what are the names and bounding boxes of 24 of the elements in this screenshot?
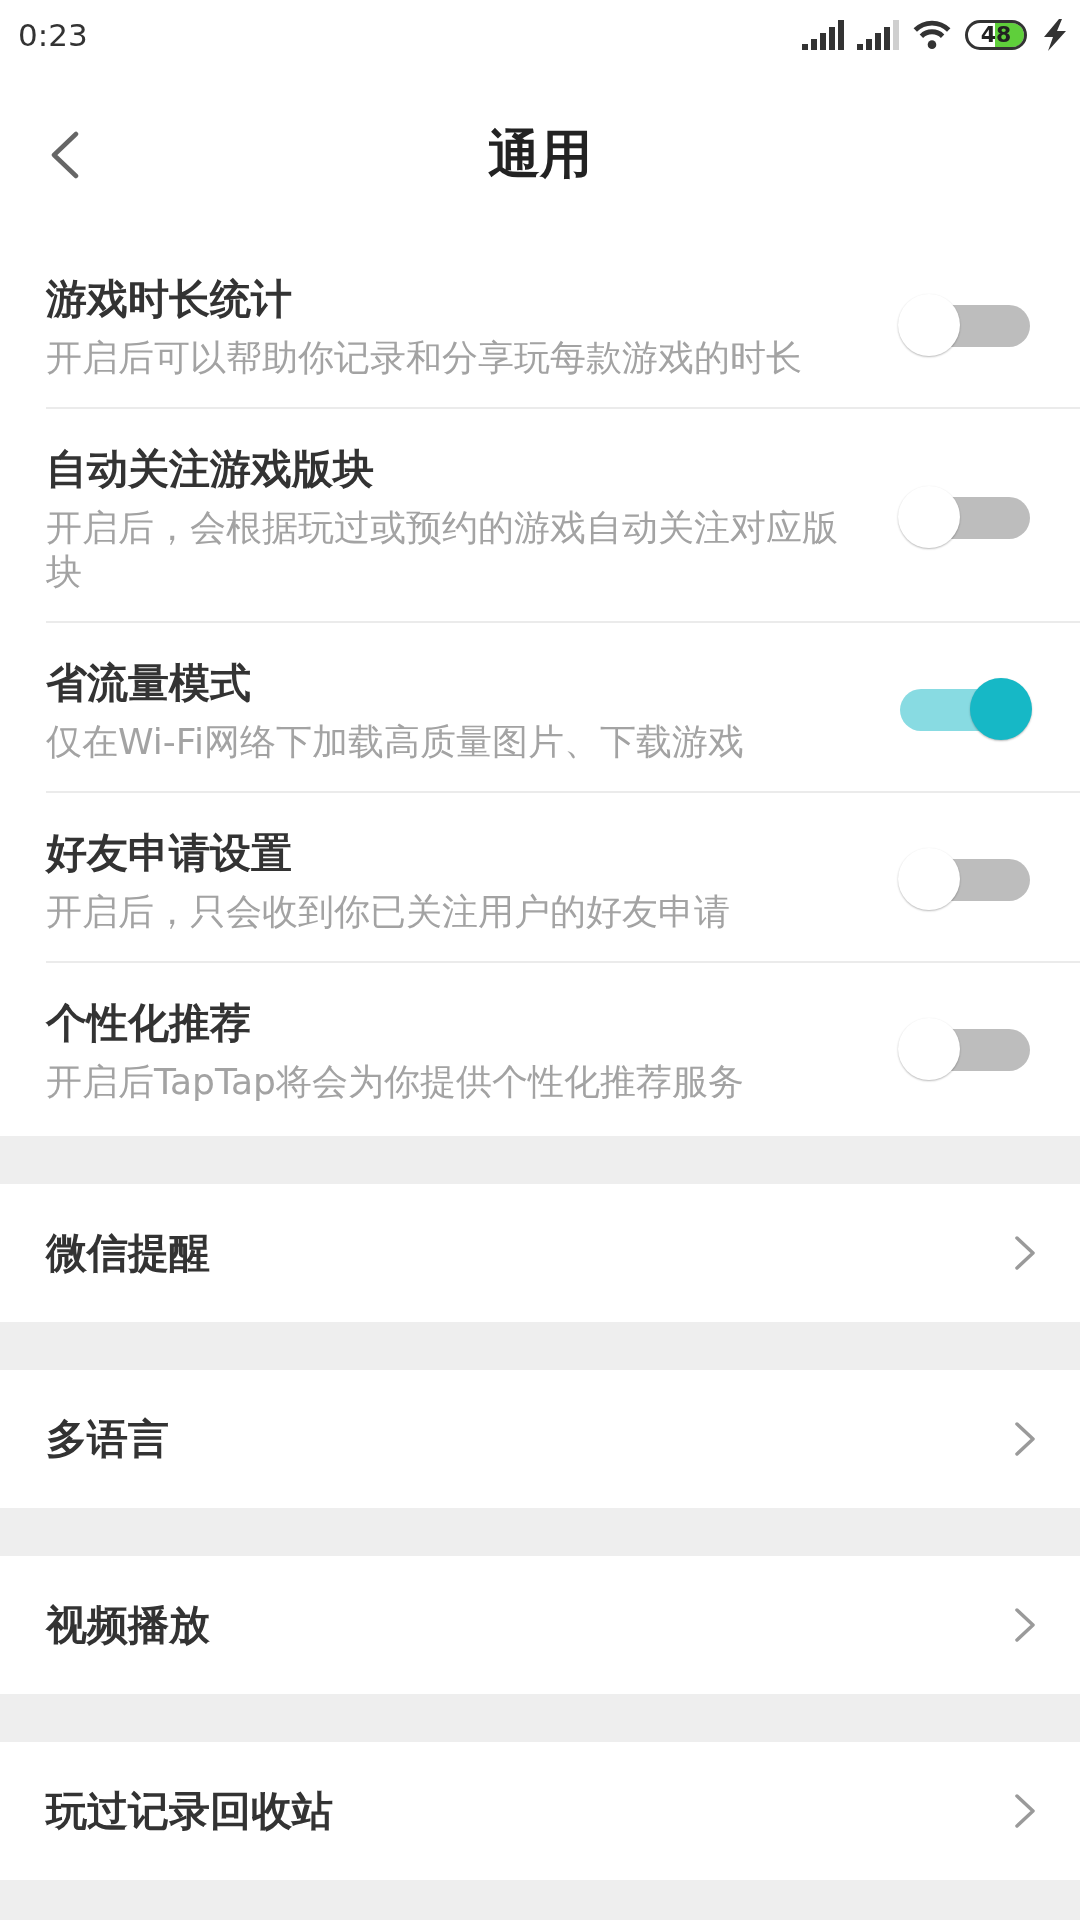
signal-icon (802, 20, 844, 50)
menu-item[interactable]: 玩过记录回收站 (0, 1742, 1080, 1880)
setting-description: 开启后，会根据玩过或预约的游戏自动关注对应版块 (46, 506, 839, 594)
setting-title: 游戏时长统计 (46, 274, 293, 325)
menu-item[interactable]: 视频播放 (0, 1556, 1080, 1694)
setting-description: 开启后可以帮助你记录和分享玩每款游戏的时长 (46, 336, 803, 380)
setting-title: 好友申请设置 (46, 828, 293, 879)
chevron-right-icon (1014, 1421, 1036, 1457)
setting-title: 省流量模式 (46, 658, 252, 709)
chevron-right-icon (1014, 1607, 1036, 1643)
signal-icon (857, 20, 899, 50)
setting-description: 开启后TapTap将会为你提供个性化推荐服务 (46, 1060, 745, 1104)
back-icon[interactable] (51, 130, 79, 179)
setting-title: 自动关注游戏版块 (46, 444, 375, 495)
setting-title: 个性化推荐 (46, 998, 252, 1049)
page-title: 通用 (488, 123, 592, 186)
chevron-right-icon (1014, 1793, 1036, 1829)
menu-item[interactable]: 微信提醒 (0, 1184, 1080, 1322)
setting-description: 仅在Wi-Fi网络下加载高质量图片、下载游戏 (46, 720, 745, 764)
menu-item[interactable]: 多语言 (0, 1370, 1080, 1508)
setting-description: 开启后，只会收到你已关注用户的好友申请 (46, 890, 731, 934)
wifi-icon (912, 20, 952, 50)
chevron-right-icon (1014, 1235, 1036, 1271)
status-time: 0:23 (18, 17, 88, 53)
